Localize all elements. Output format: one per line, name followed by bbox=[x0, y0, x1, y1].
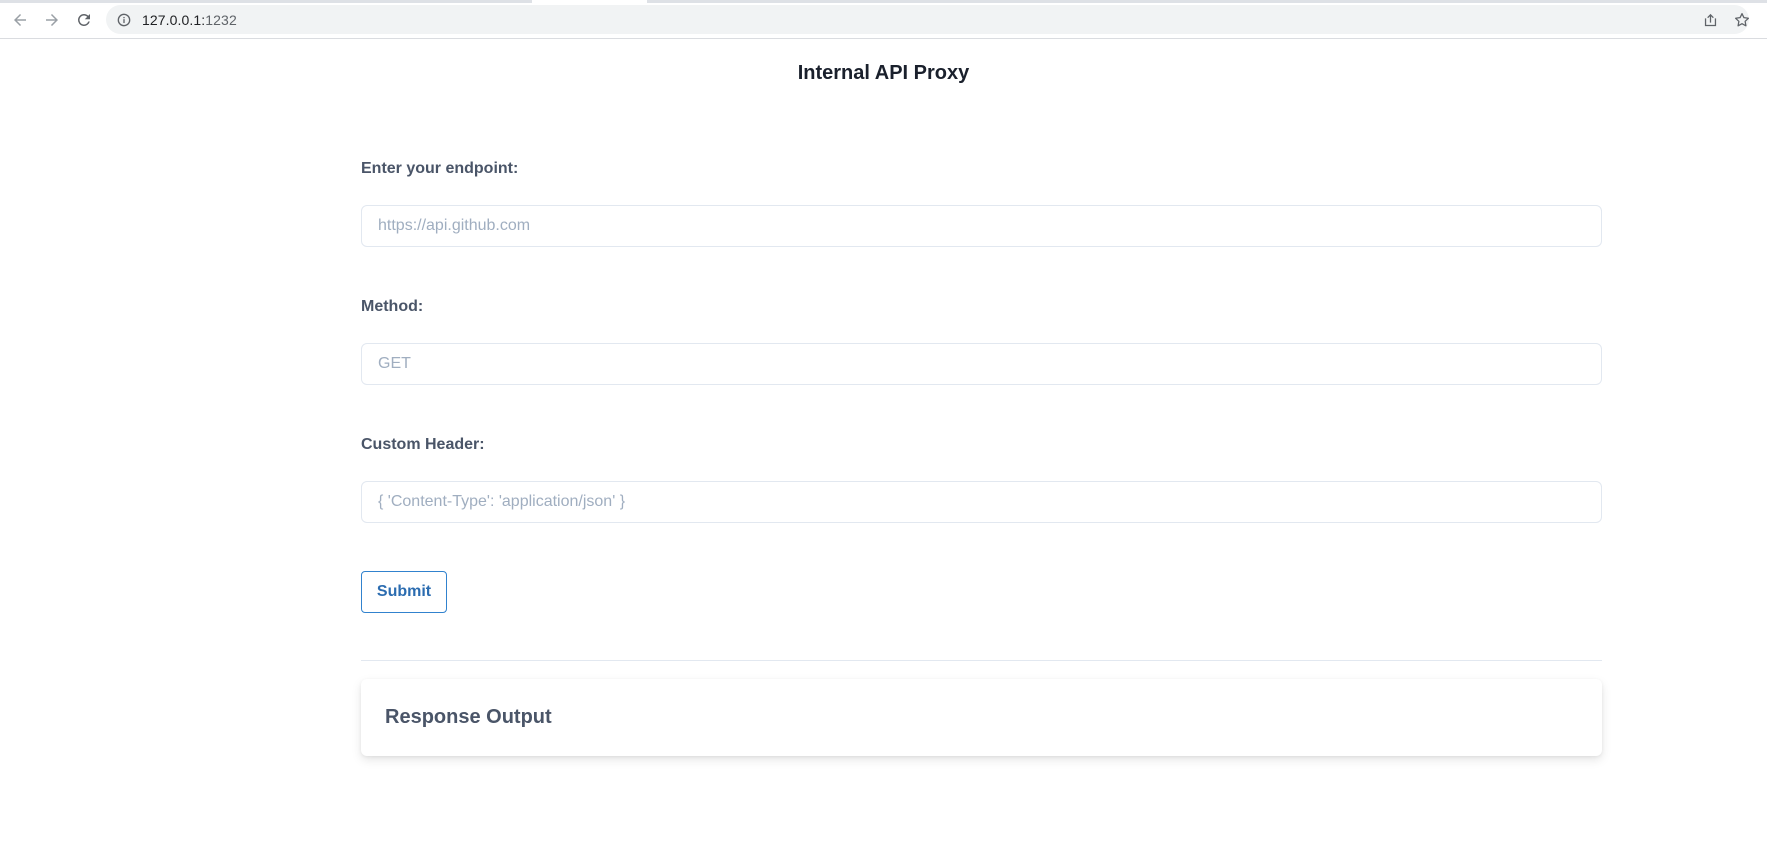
url-port: 1232 bbox=[205, 11, 237, 28]
url-text[interactable]: 127.0.0.1:1232 bbox=[142, 12, 237, 28]
custom-header-label: Custom Header: bbox=[361, 436, 485, 453]
section-divider bbox=[361, 660, 1602, 661]
method-label: Method: bbox=[361, 298, 424, 315]
back-arrow-icon[interactable] bbox=[8, 8, 32, 32]
star-icon[interactable] bbox=[1730, 8, 1754, 32]
reload-icon[interactable] bbox=[72, 8, 96, 32]
custom-header-input[interactable] bbox=[361, 481, 1602, 523]
endpoint-label: Enter your endpoint: bbox=[361, 160, 519, 177]
response-output-card: Response Output bbox=[361, 679, 1602, 756]
info-icon[interactable] bbox=[116, 12, 132, 28]
page-title: Internal API Proxy bbox=[797, 62, 970, 84]
address-bar[interactable]: 127.0.0.1:1232 bbox=[106, 5, 1749, 34]
active-tab[interactable] bbox=[532, 0, 647, 3]
submit-button[interactable]: Submit bbox=[361, 571, 447, 613]
url-host: 127.0.0.1: bbox=[142, 11, 206, 28]
forward-arrow-icon[interactable] bbox=[40, 8, 64, 32]
share-icon[interactable] bbox=[1698, 8, 1722, 32]
tab-strip bbox=[0, 0, 1767, 3]
browser-toolbar: 127.0.0.1:1232 bbox=[0, 0, 1767, 39]
endpoint-input[interactable] bbox=[361, 205, 1602, 247]
method-input[interactable] bbox=[361, 343, 1602, 385]
response-output-title: Response Output bbox=[385, 706, 552, 728]
